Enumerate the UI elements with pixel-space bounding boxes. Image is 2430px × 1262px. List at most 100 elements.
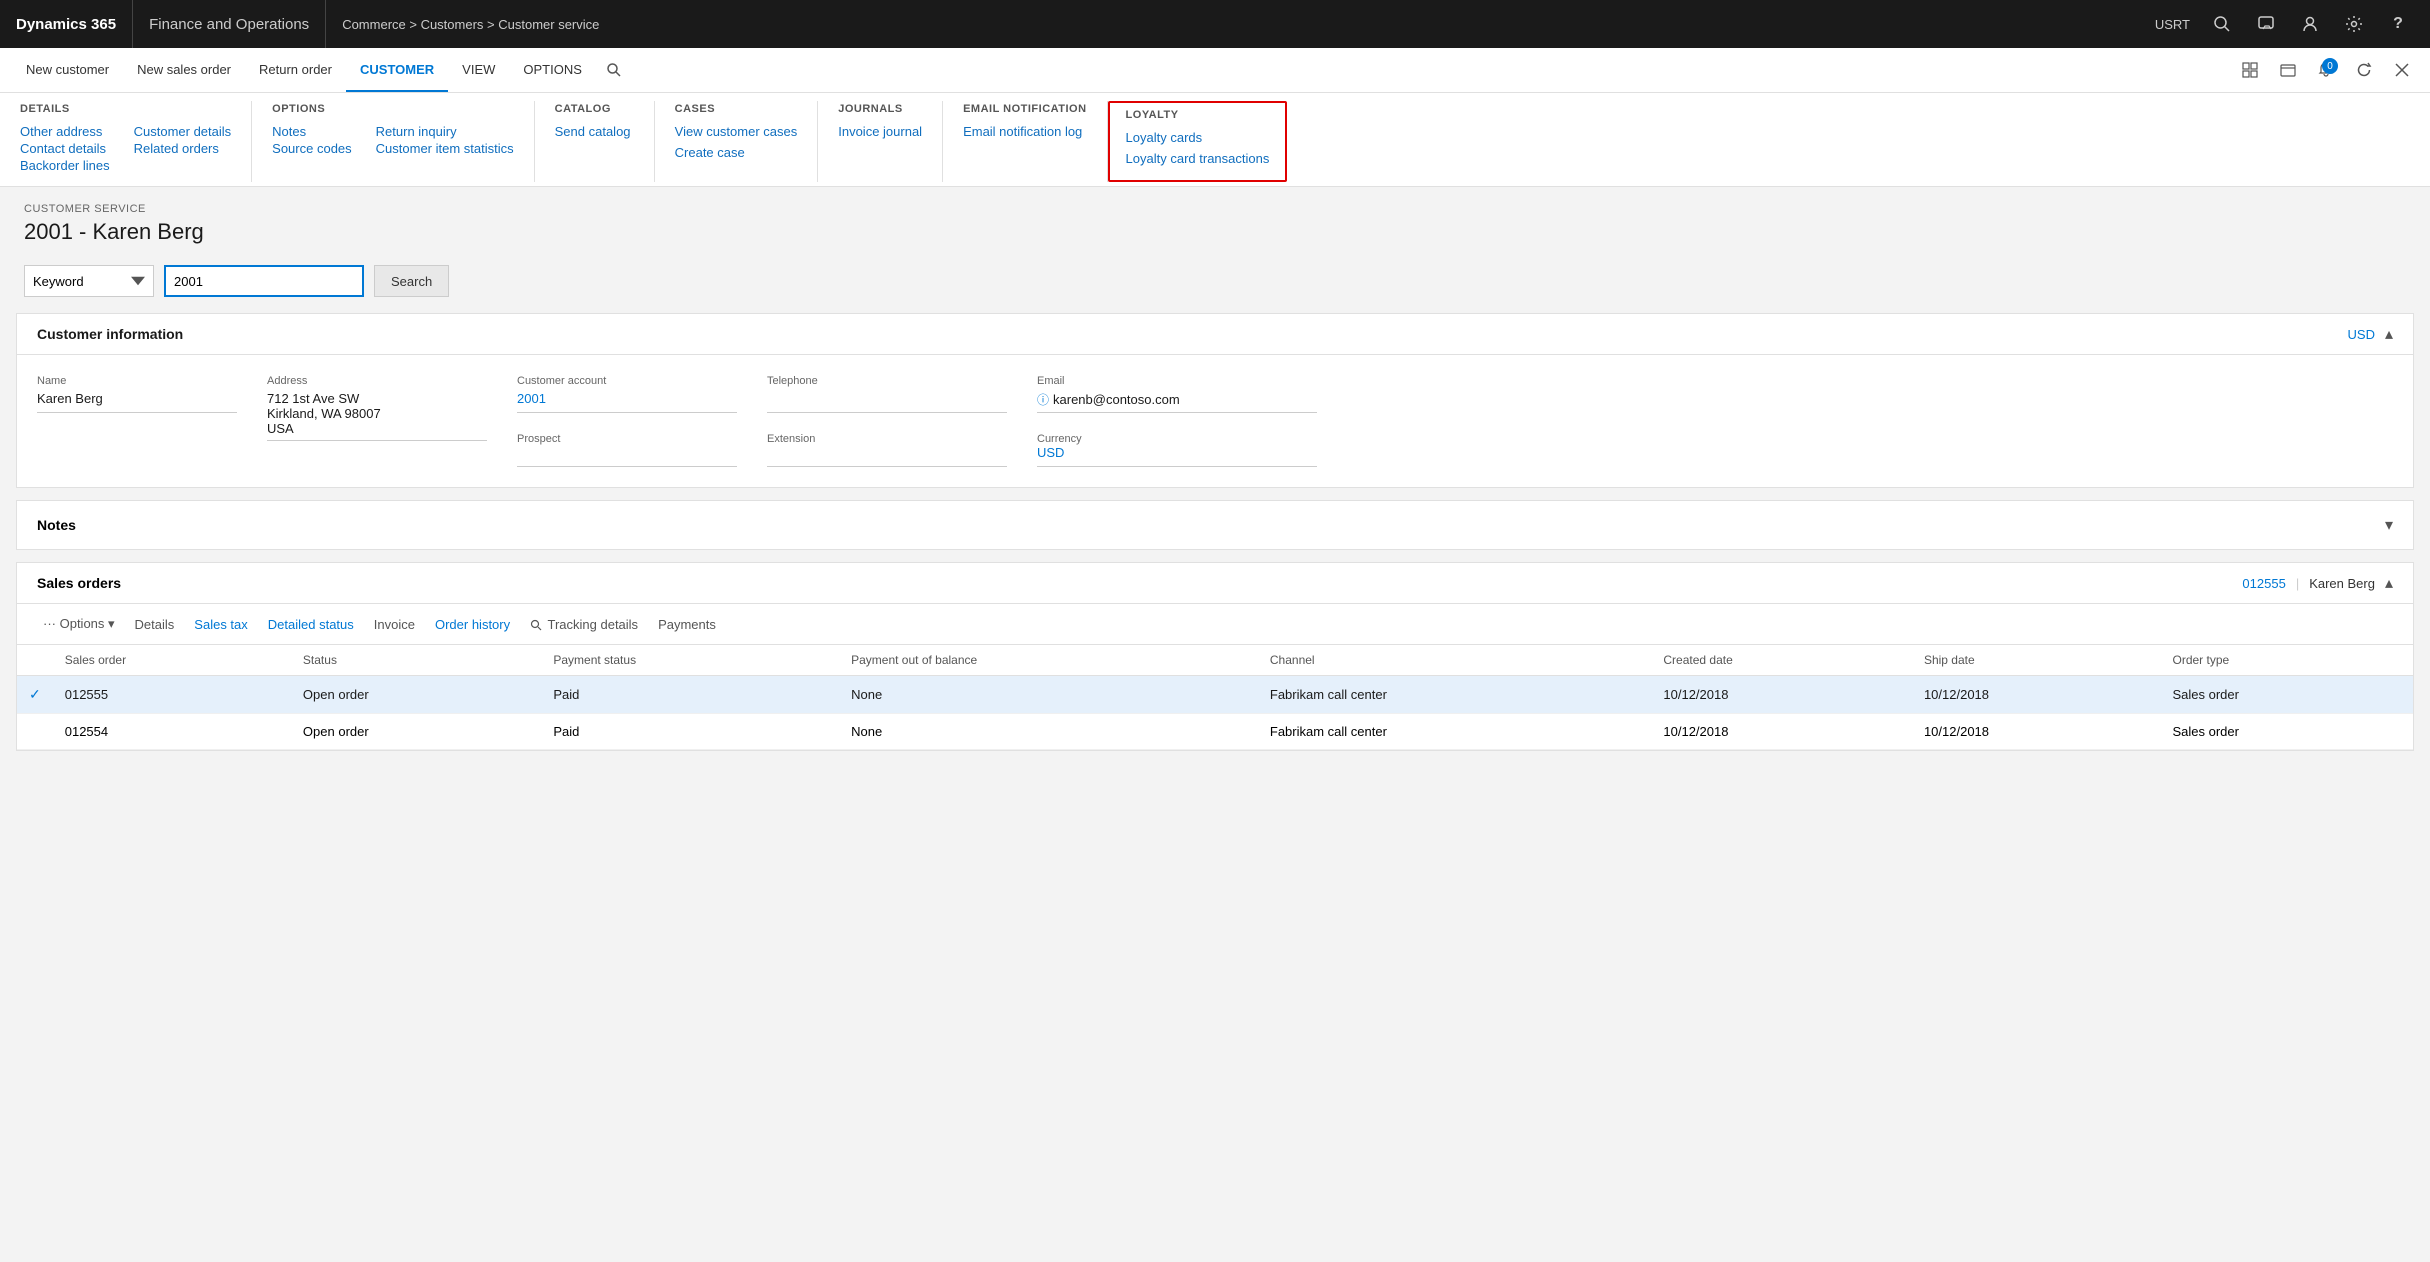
row-sales-order[interactable]: 012554 [53, 714, 291, 750]
brand-fo[interactable]: Finance and Operations [133, 0, 326, 48]
row-payment-out-of-balance: None [839, 714, 1258, 750]
email-link[interactable]: karenb@contoso.com [1053, 392, 1180, 407]
so-table-scroll: Sales order Status Payment status Paymen… [17, 645, 2413, 750]
section-items-cases: View customer cases Create case [675, 123, 798, 161]
currency-value[interactable]: USD [1037, 445, 1317, 467]
ribbon-item-contact-details[interactable]: Contact details [20, 140, 110, 157]
ribbon-item-customer-details[interactable]: Customer details [134, 123, 232, 140]
ribbon-item-loyalty-cards[interactable]: Loyalty cards [1126, 129, 1270, 146]
ribbon-tab-new-customer[interactable]: New customer [12, 48, 123, 92]
refresh-icon-btn[interactable] [2348, 54, 2380, 86]
collapse-so-btn[interactable]: ▴ [2385, 573, 2393, 593]
search-input[interactable] [164, 265, 364, 297]
toolbar-tracking-details[interactable]: Tracking details [520, 613, 648, 636]
so-toolbar: ··· Options ▾ Details Sales tax Detailed… [17, 604, 2413, 645]
prospect-value [517, 445, 737, 467]
col-ship-date: Ship date [1912, 645, 2161, 676]
details-col-1: Other address Contact details Backorder … [20, 123, 110, 174]
table-row[interactable]: ✓ 012555 Open order Paid None Fabrikam c… [17, 676, 2413, 714]
notification-icon-btn[interactable]: 0 [2310, 54, 2342, 86]
person-icon-btn[interactable] [2290, 4, 2330, 44]
ribbon-section-options: OPTIONS Notes Source codes Return inquir… [252, 101, 534, 182]
row-channel: Fabrikam call center [1258, 676, 1652, 714]
search-button[interactable]: Search [374, 265, 449, 297]
ribbon-item-other-address[interactable]: Other address [20, 123, 110, 140]
ribbon-item-view-customer-cases[interactable]: View customer cases [675, 123, 798, 140]
row-ship-date: 10/12/2018 [1912, 714, 2161, 750]
row-payment-status: Paid [541, 676, 839, 714]
grid-icon-btn[interactable] [2234, 54, 2266, 86]
ribbon-tab-customer[interactable]: CUSTOMER [346, 48, 448, 92]
telephone-value [767, 391, 1007, 413]
field-address: Address 712 1st Ave SW Kirkland, WA 9800… [267, 375, 487, 467]
ribbon-tab-options[interactable]: OPTIONS [509, 48, 596, 92]
field-customer-account: Customer account 2001 Prospect [517, 375, 737, 467]
section-cols-options: Notes Source codes Return inquiry Custom… [272, 123, 513, 157]
row-payment-status: Paid [541, 714, 839, 750]
ribbon-tab-view[interactable]: VIEW [448, 48, 509, 92]
ribbon-item-related-orders[interactable]: Related orders [134, 140, 232, 157]
ribbon-item-invoice-journal[interactable]: Invoice journal [838, 123, 922, 140]
ribbon-item-create-case[interactable]: Create case [675, 144, 798, 161]
toolbar-payments[interactable]: Payments [648, 613, 726, 636]
account-value[interactable]: 2001 [517, 391, 737, 413]
info-grid: Name Karen Berg Address 712 1st Ave SW K… [37, 375, 2393, 467]
currency-link[interactable]: USD [2348, 327, 2375, 342]
customer-info-header: Customer information USD ▴ [17, 314, 2413, 355]
ribbon-item-customer-item-stats[interactable]: Customer item statistics [376, 140, 514, 157]
toolbar-details[interactable]: Details [125, 613, 185, 636]
customer-info-body: Name Karen Berg Address 712 1st Ave SW K… [17, 355, 2413, 487]
so-table-body: ✓ 012555 Open order Paid None Fabrikam c… [17, 676, 2413, 750]
field-email: Email ⓘ karenb@contoso.com Currency USD [1037, 375, 1317, 467]
keyword-dropdown[interactable]: Keyword [24, 265, 154, 297]
email-label: Email [1037, 375, 1317, 387]
gear-icon-btn[interactable] [2334, 4, 2374, 44]
ribbon-item-loyalty-card-transactions[interactable]: Loyalty card transactions [1126, 150, 1270, 167]
notes-chevron-icon[interactable]: ▾ [2385, 515, 2393, 535]
ribbon-tab-bar: New customer New sales order Return orde… [0, 48, 2430, 93]
ribbon-tab-new-sales-order[interactable]: New sales order [123, 48, 245, 92]
row-check: ✓ [17, 676, 53, 714]
close-icon-btn[interactable] [2386, 54, 2418, 86]
extension-label: Extension [767, 433, 1007, 445]
name-label: Name [37, 375, 237, 387]
row-sales-order[interactable]: 012555 [53, 676, 291, 714]
info-icon: ⓘ [1037, 391, 1049, 408]
table-row[interactable]: 012554 Open order Paid None Fabrikam cal… [17, 714, 2413, 750]
user-label: USRT [2147, 17, 2198, 32]
toolbar-detailed-status[interactable]: Detailed status [258, 613, 364, 636]
notes-title: Notes [37, 517, 2385, 533]
so-order-link[interactable]: 012555 [2242, 576, 2285, 591]
ribbon-tab-return-order[interactable]: Return order [245, 48, 346, 92]
notes-header[interactable]: Notes ▾ [17, 501, 2413, 549]
toolbar-order-history[interactable]: Order history [425, 613, 520, 636]
so-customer-name: Karen Berg [2309, 576, 2375, 591]
section-title-catalog: CATALOG [555, 101, 634, 115]
so-title: Sales orders [37, 575, 2242, 591]
toolbar-sales-tax[interactable]: Sales tax [184, 613, 257, 636]
ribbon-search-btn[interactable] [596, 48, 632, 92]
toolbar-invoice[interactable]: Invoice [364, 613, 425, 636]
extension-group: Extension [767, 433, 1007, 467]
window-icon-btn[interactable] [2272, 54, 2304, 86]
ribbon-item-backorder-lines[interactable]: Backorder lines [20, 157, 110, 174]
section-title-cases: CASES [675, 101, 798, 115]
currency-group: Currency USD [1037, 433, 1317, 467]
col-channel: Channel [1258, 645, 1652, 676]
name-value: Karen Berg [37, 391, 237, 413]
details-col-2: Customer details Related orders [134, 123, 232, 174]
ribbon-item-email-notification-log[interactable]: Email notification log [963, 123, 1086, 140]
ribbon-item-notes[interactable]: Notes [272, 123, 352, 140]
collapse-info-btn[interactable]: ▴ [2385, 324, 2393, 344]
prospect-group: Prospect [517, 433, 737, 467]
so-header: Sales orders 012555 | Karen Berg ▴ [17, 563, 2413, 604]
toolbar-options[interactable]: ··· Options ▾ [33, 612, 125, 636]
help-icon-btn[interactable]: ? [2378, 4, 2418, 44]
ribbon-item-source-codes[interactable]: Source codes [272, 140, 352, 157]
chat-icon-btn[interactable] [2246, 4, 2286, 44]
ribbon-item-return-inquiry[interactable]: Return inquiry [376, 123, 514, 140]
field-telephone: Telephone Extension [767, 375, 1007, 467]
search-icon-btn[interactable] [2202, 4, 2242, 44]
brand-d365[interactable]: Dynamics 365 [12, 0, 133, 48]
ribbon-item-send-catalog[interactable]: Send catalog [555, 123, 634, 140]
